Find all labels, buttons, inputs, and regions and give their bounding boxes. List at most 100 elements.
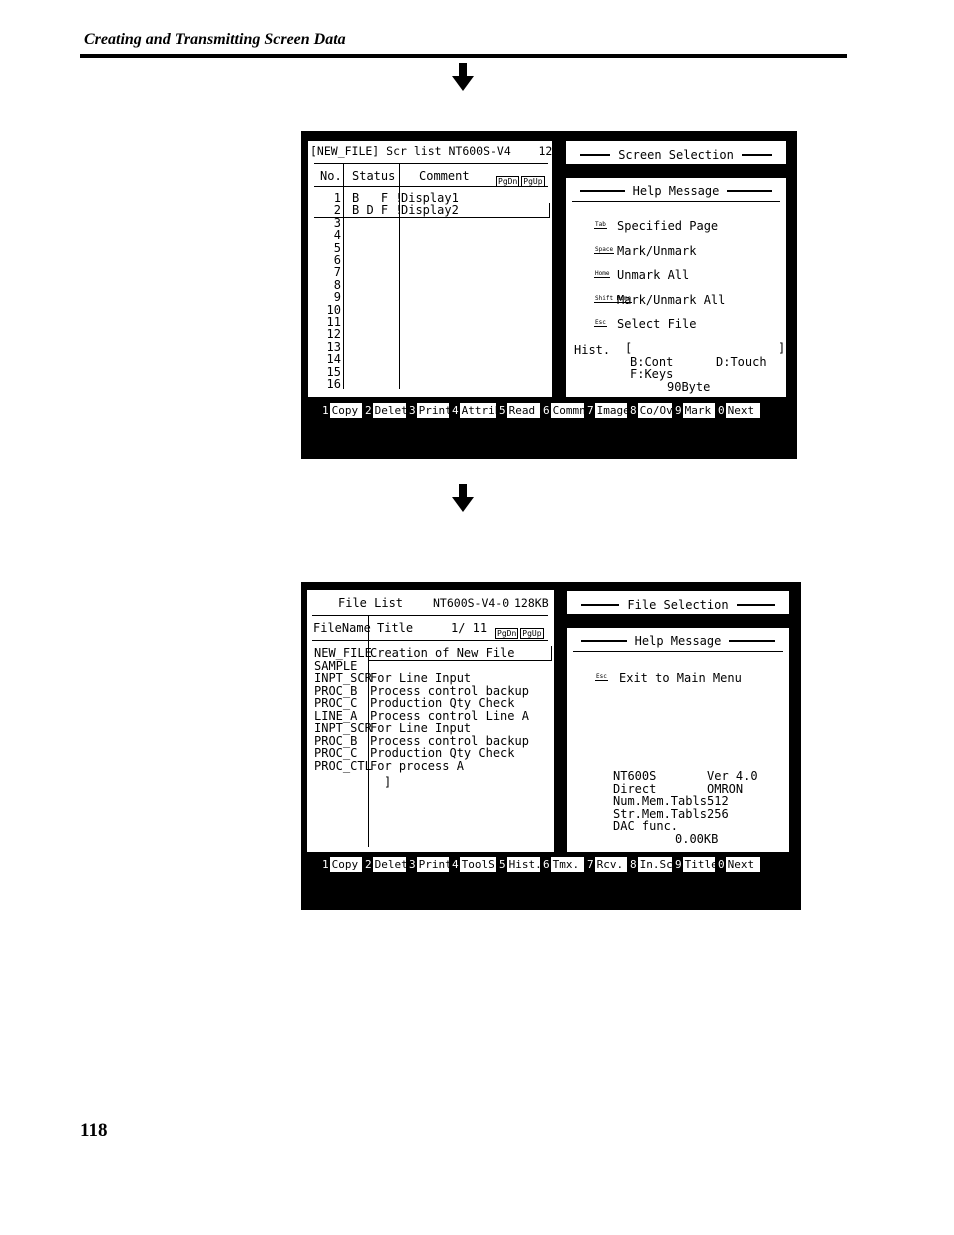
function-key-number: 6 xyxy=(542,857,551,872)
function-key-label: Print xyxy=(416,403,449,418)
col-title: Title xyxy=(377,621,414,635)
file-selection-display: File List NT600S-V4-0 128KB FileName Tit… xyxy=(301,582,801,910)
function-key-label: Image Lib xyxy=(594,403,627,418)
function-key-9[interactable]: 9 Mark xyxy=(674,403,715,418)
function-key-number: 3 xyxy=(408,857,417,872)
function-key-5[interactable]: 5 Read xyxy=(498,403,540,418)
function-key-number: 5 xyxy=(498,403,507,418)
function-key-0[interactable]: 0 Next xyxy=(717,857,760,872)
row-comment: Display2 xyxy=(401,203,459,218)
file-selection-title-panel: File Selection xyxy=(566,590,790,615)
header-rule xyxy=(80,54,847,58)
page-indicator: 1/ 11 xyxy=(451,621,488,635)
function-key-label: Copy xyxy=(329,403,362,418)
function-key-bar: 1Copy2Delete3Print4Attrib5Read6Commnt7Im… xyxy=(321,403,760,418)
help-item-text: Unmark All xyxy=(617,268,690,283)
function-key-label: In.Scr xyxy=(637,857,672,872)
col-filename: FileName xyxy=(313,621,371,635)
legend-d: D:Touch xyxy=(716,355,767,369)
col-status: Status xyxy=(352,169,396,183)
function-key-label: Attrib xyxy=(459,403,496,418)
help-message-title: Help Message xyxy=(624,184,728,198)
function-key-label: Copy xyxy=(329,857,362,872)
function-key-number: 0 xyxy=(717,403,726,418)
function-key-number: 9 xyxy=(674,857,683,872)
function-key-label: Next xyxy=(725,403,760,418)
function-key-2[interactable]: 2Delete xyxy=(364,857,406,872)
help-message-panel: Help Message Esc Exit to Main Menu NT600… xyxy=(566,627,790,853)
function-key-label: Next xyxy=(725,857,760,872)
screen-selection-display: [NEW_FILE] Scr list NT600S-V4 128KB No. … xyxy=(301,131,797,459)
pgdn-key[interactable]: PgDn xyxy=(495,628,519,639)
function-key-1[interactable]: 1 Copy xyxy=(321,403,362,418)
function-key-label: Commnt xyxy=(550,403,584,418)
hist-open-bracket: [ xyxy=(625,341,633,355)
function-key-number: 8 xyxy=(629,857,638,872)
file-title[interactable]: Creation of New File xyxy=(370,647,515,660)
function-key-number: 4 xyxy=(451,403,460,418)
model-label: NT600S-V4-0 xyxy=(433,596,510,610)
function-key-4[interactable]: 4 ToolS xyxy=(451,857,496,872)
function-key-number: 2 xyxy=(364,857,373,872)
function-key-1[interactable]: 1 Copy xyxy=(321,857,362,872)
down-arrow-icon xyxy=(452,484,474,512)
function-key-number: 3 xyxy=(408,403,417,418)
function-key-7[interactable]: 7 Rcv. xyxy=(586,857,627,872)
function-key-number: 9 xyxy=(674,403,683,418)
function-key-5[interactable]: 5 Hist. xyxy=(498,857,540,872)
hist-label: Hist. xyxy=(574,343,611,357)
function-key-label: Delete xyxy=(372,403,406,418)
function-key-3[interactable]: 3 Print xyxy=(408,857,449,872)
pgup-key[interactable]: PgUp xyxy=(520,628,544,639)
help-key-icon: Tab xyxy=(594,221,607,229)
file-title[interactable]: For process A xyxy=(370,759,464,773)
function-key-bar: 1Copy2Delete3Print4ToolS5Hist.6Tmx.7Rcv.… xyxy=(321,857,760,872)
function-key-9[interactable]: 9 Title xyxy=(674,857,715,872)
function-key-label: Print xyxy=(416,857,449,872)
function-key-8[interactable]: 8In.Scr xyxy=(629,857,672,872)
memory-bytes: 90Byte xyxy=(667,380,711,394)
function-key-6[interactable]: 6 Tmx. xyxy=(542,857,584,872)
function-key-label: ToolS xyxy=(459,857,496,872)
input-cursor: ] xyxy=(384,775,392,789)
function-key-label: Title xyxy=(682,857,715,872)
function-key-number: 7 xyxy=(586,403,595,418)
function-key-number: 1 xyxy=(321,857,330,872)
function-key-number: 4 xyxy=(451,857,460,872)
function-key-2[interactable]: 2Delete xyxy=(364,403,406,418)
size-readout: 0.00KB xyxy=(675,832,719,846)
function-key-number: 1 xyxy=(321,403,330,418)
col-comment: Comment xyxy=(419,169,470,183)
function-key-label: Rcv. xyxy=(594,857,627,872)
screen-list-panel: [NEW_FILE] Scr list NT600S-V4 128KB No. … xyxy=(307,140,573,398)
function-key-number: 6 xyxy=(542,403,551,418)
page-number: 118 xyxy=(80,1120,108,1141)
function-key-label: Hist. xyxy=(506,857,540,872)
file-name[interactable]: PROC_CTL xyxy=(314,759,372,773)
function-key-7[interactable]: 7Image Lib xyxy=(586,403,627,418)
function-key-3[interactable]: 3 Print xyxy=(408,403,449,418)
running-header: Creating and Transmitting Screen Data xyxy=(84,31,346,48)
help-message-panel: Help Message Tab Specified Page Space Mark/… xyxy=(565,177,787,398)
function-key-0[interactable]: 0 Next xyxy=(717,403,760,418)
function-key-8[interactable]: 8Co/Ovl xyxy=(629,403,672,418)
function-key-number: 7 xyxy=(586,857,595,872)
row-status: B D F ! xyxy=(352,203,403,218)
function-key-4[interactable]: 4Attrib xyxy=(451,403,496,418)
function-key-label: Delete xyxy=(372,857,406,872)
file-list-panel: File List NT600S-V4-0 128KB FileName Tit… xyxy=(306,589,555,853)
info-value: 256 xyxy=(707,806,729,821)
help-key-icon: Esc xyxy=(594,319,607,328)
help-key-icon: Home xyxy=(594,270,611,279)
function-key-label: Read xyxy=(506,403,540,418)
function-key-6[interactable]: 6Commnt xyxy=(542,403,584,418)
help-item-text: Mark/Unmark All xyxy=(617,292,726,307)
col-no: No. xyxy=(320,169,342,183)
help-item-text: Select File xyxy=(617,317,697,332)
row-number: 16 xyxy=(326,377,341,391)
help-key-icon: Space xyxy=(594,245,615,254)
memory-size: 128KB xyxy=(514,596,549,610)
function-key-number: 5 xyxy=(498,857,507,872)
function-key-number: 2 xyxy=(364,403,373,418)
screen-list-header: [NEW_FILE] Scr list NT600S-V4 128KB xyxy=(310,144,574,158)
